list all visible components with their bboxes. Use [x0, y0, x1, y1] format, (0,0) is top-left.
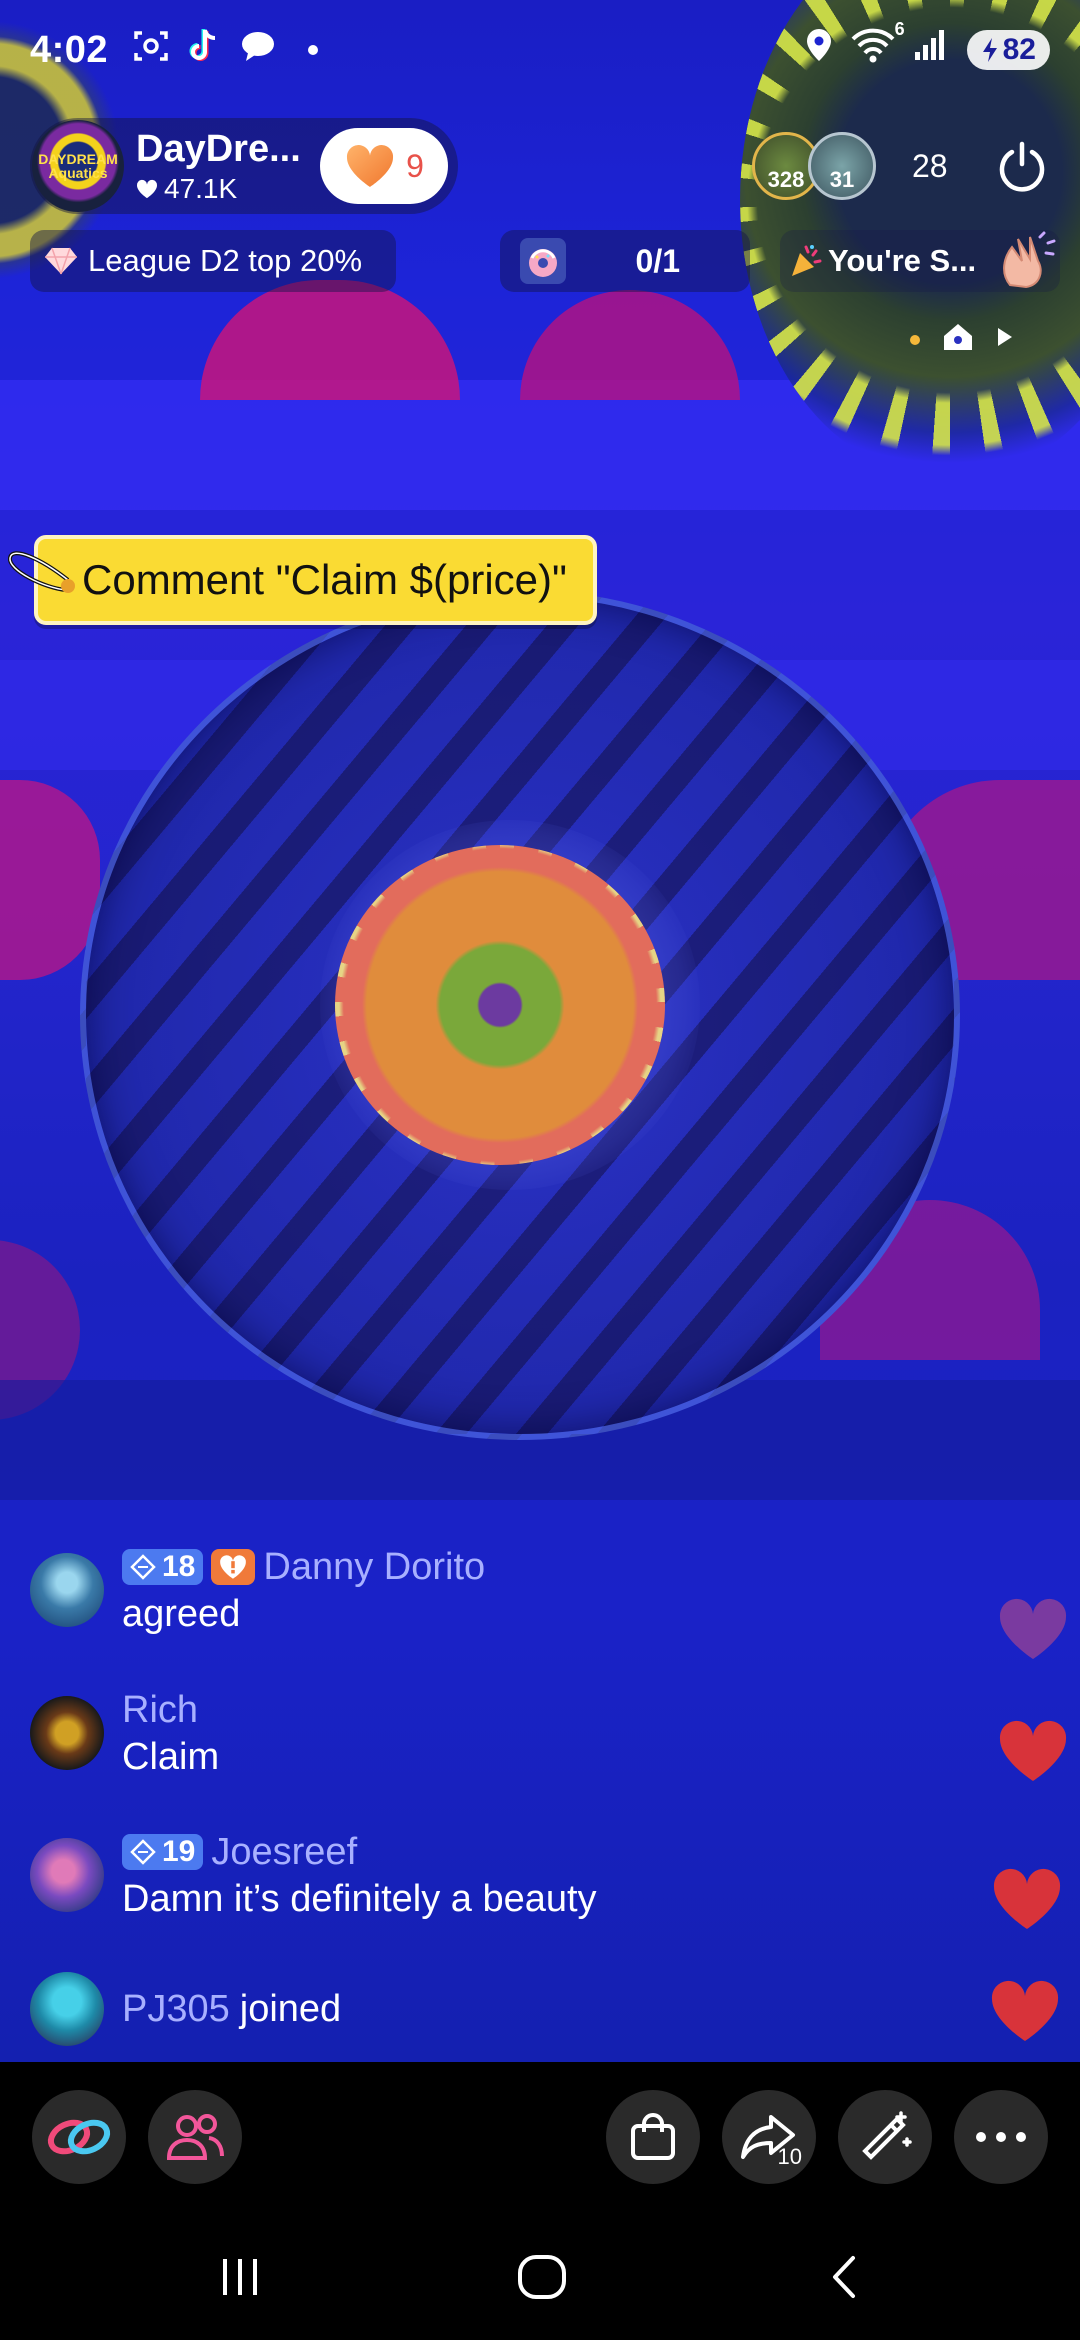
- goal-progress: 0/1: [635, 242, 680, 279]
- top-viewers[interactable]: 328 31 28: [752, 128, 992, 204]
- battery-indicator: 82: [966, 30, 1050, 70]
- comment-text: Damn it’s definitely a beauty: [122, 1878, 597, 1920]
- back-button[interactable]: [804, 2242, 884, 2312]
- host-avatar[interactable]: DAYDREAM Aquatics: [32, 120, 124, 212]
- status-dot-icon: [910, 334, 920, 345]
- user-level: 19: [162, 1835, 196, 1868]
- effects-button[interactable]: [838, 2090, 932, 2184]
- charging-bolt-icon: [982, 38, 997, 62]
- joined-text: joined: [239, 1987, 342, 2030]
- commenter-avatar[interactable]: [30, 1696, 104, 1770]
- shop-button[interactable]: [606, 2090, 700, 2184]
- recent-apps-icon: [223, 2259, 257, 2295]
- system-navigation-bar: [0, 2212, 1080, 2340]
- shopping-bag-icon: [631, 2113, 675, 2160]
- league-rank-chip[interactable]: League D2 top 20%: [30, 230, 396, 292]
- level-diamond-icon: [130, 1839, 156, 1865]
- host-profile-pill[interactable]: DAYDREAM Aquatics DayDre... 47.1K 9: [30, 118, 458, 214]
- multi-guest-button[interactable]: [32, 2090, 126, 2184]
- floating-heart-icon: [991, 1980, 1059, 2041]
- party-popper-icon: [792, 245, 822, 276]
- comment-text: agreed: [122, 1593, 241, 1635]
- viewer-count[interactable]: 28: [912, 148, 948, 185]
- live-action-bar: 10: [0, 2062, 1080, 2212]
- commenter-name[interactable]: Danny Dorito: [263, 1546, 485, 1589]
- magic-wand-icon: [862, 2111, 912, 2160]
- background-plug: [520, 290, 740, 400]
- claim-tag-body: Comment "Claim $(price)": [34, 535, 597, 625]
- link-loops-icon: [47, 2119, 111, 2155]
- claim-tag-text: Comment "Claim $(price)": [82, 556, 567, 603]
- clapping-hands-icon: [1003, 231, 1056, 289]
- back-chevron-icon: [833, 2256, 855, 2298]
- commenter-avatar[interactable]: [30, 1553, 104, 1627]
- subscriber-badge: [211, 1549, 256, 1585]
- recent-apps-button[interactable]: [200, 2242, 280, 2312]
- joined-user-name[interactable]: PJ305: [122, 1988, 230, 2031]
- tiktok-icon: [188, 27, 222, 74]
- host-avatar-logo-text: DAYDREAM Aquatics: [38, 151, 118, 181]
- subscriber-heart-icon: [220, 1555, 247, 1579]
- screenshot-icon: [132, 27, 170, 74]
- greeting-banner-chip[interactable]: You're S...: [780, 230, 1060, 292]
- user-level-badge: 19: [122, 1834, 204, 1870]
- floating-heart-icon: [993, 1868, 1061, 1929]
- exit-live-button[interactable]: [986, 130, 1058, 202]
- comment-item[interactable]: 19 Joesreef Damn it’s definitely a beaut…: [30, 1830, 597, 1921]
- people-icon: [166, 2114, 224, 2160]
- home-icon[interactable]: [942, 322, 974, 357]
- user-level-badge: 18: [122, 1549, 204, 1585]
- friends-button[interactable]: [148, 2090, 242, 2184]
- host-likes: 47.1K: [136, 173, 301, 205]
- home-outline-icon: [518, 2255, 566, 2299]
- commenter-name[interactable]: Rich: [122, 1689, 198, 1732]
- join-notification: PJ305 joined: [30, 1972, 341, 2046]
- commenter-name[interactable]: Joesreef: [211, 1831, 357, 1874]
- stream-mini-controls: [910, 322, 1014, 357]
- share-count: 10: [777, 2144, 802, 2169]
- viewer-badge: 31: [829, 167, 855, 192]
- host-likes-count: 47.1K: [164, 172, 238, 204]
- live-goal-chip[interactable]: 0/1: [500, 230, 750, 292]
- league-rank-label: League D2 top 20%: [88, 243, 363, 278]
- follow-heart-button[interactable]: 9: [320, 128, 448, 204]
- orange-heart-icon: [347, 145, 394, 187]
- host-name: DayDre...: [136, 127, 301, 170]
- floating-heart-icon: [999, 1720, 1067, 1781]
- wifi-icon: 6: [851, 19, 905, 73]
- floating-heart-icon: [999, 1598, 1067, 1659]
- chat-bubble-icon: [240, 29, 276, 72]
- more-dots-icon: [976, 2132, 1026, 2142]
- power-icon: [999, 141, 1045, 192]
- network-type-label: 6: [894, 19, 905, 39]
- location-icon: [805, 27, 833, 73]
- user-level: 18: [162, 1550, 196, 1583]
- status-time: 4:02: [30, 28, 109, 71]
- greeting-text: You're S...: [828, 243, 977, 278]
- viewer-avatar[interactable]: 31: [808, 132, 876, 200]
- home-button[interactable]: [502, 2242, 582, 2312]
- viewer-badge: 328: [767, 167, 805, 192]
- notification-dot: [308, 45, 319, 55]
- donut-gift-icon: [520, 238, 566, 284]
- signal-icon: [913, 28, 949, 72]
- battery-level: 82: [1002, 33, 1036, 66]
- status-bar: 4:02 6 82: [0, 0, 1080, 100]
- comment-text: Claim: [122, 1736, 220, 1778]
- comment-item[interactable]: Rich Claim: [30, 1688, 219, 1779]
- play-icon[interactable]: [996, 326, 1014, 353]
- zoanthid-coral-tentacles: [335, 845, 665, 1165]
- heart-icon: [136, 179, 158, 198]
- follow-heart-count: 9: [406, 147, 424, 184]
- diamond-icon: [45, 247, 77, 275]
- joined-user-avatar[interactable]: [30, 1972, 104, 2046]
- share-button[interactable]: 10: [722, 2090, 816, 2184]
- price-tag-string-icon: [8, 551, 75, 593]
- comment-item[interactable]: 18 Danny Dorito agreed: [30, 1545, 485, 1636]
- claim-instruction-tag: Comment "Claim $(price)": [4, 530, 597, 630]
- more-options-button[interactable]: [954, 2090, 1048, 2184]
- commenter-avatar[interactable]: [30, 1838, 104, 1912]
- level-diamond-icon: [130, 1554, 156, 1580]
- background-plug: [200, 280, 460, 400]
